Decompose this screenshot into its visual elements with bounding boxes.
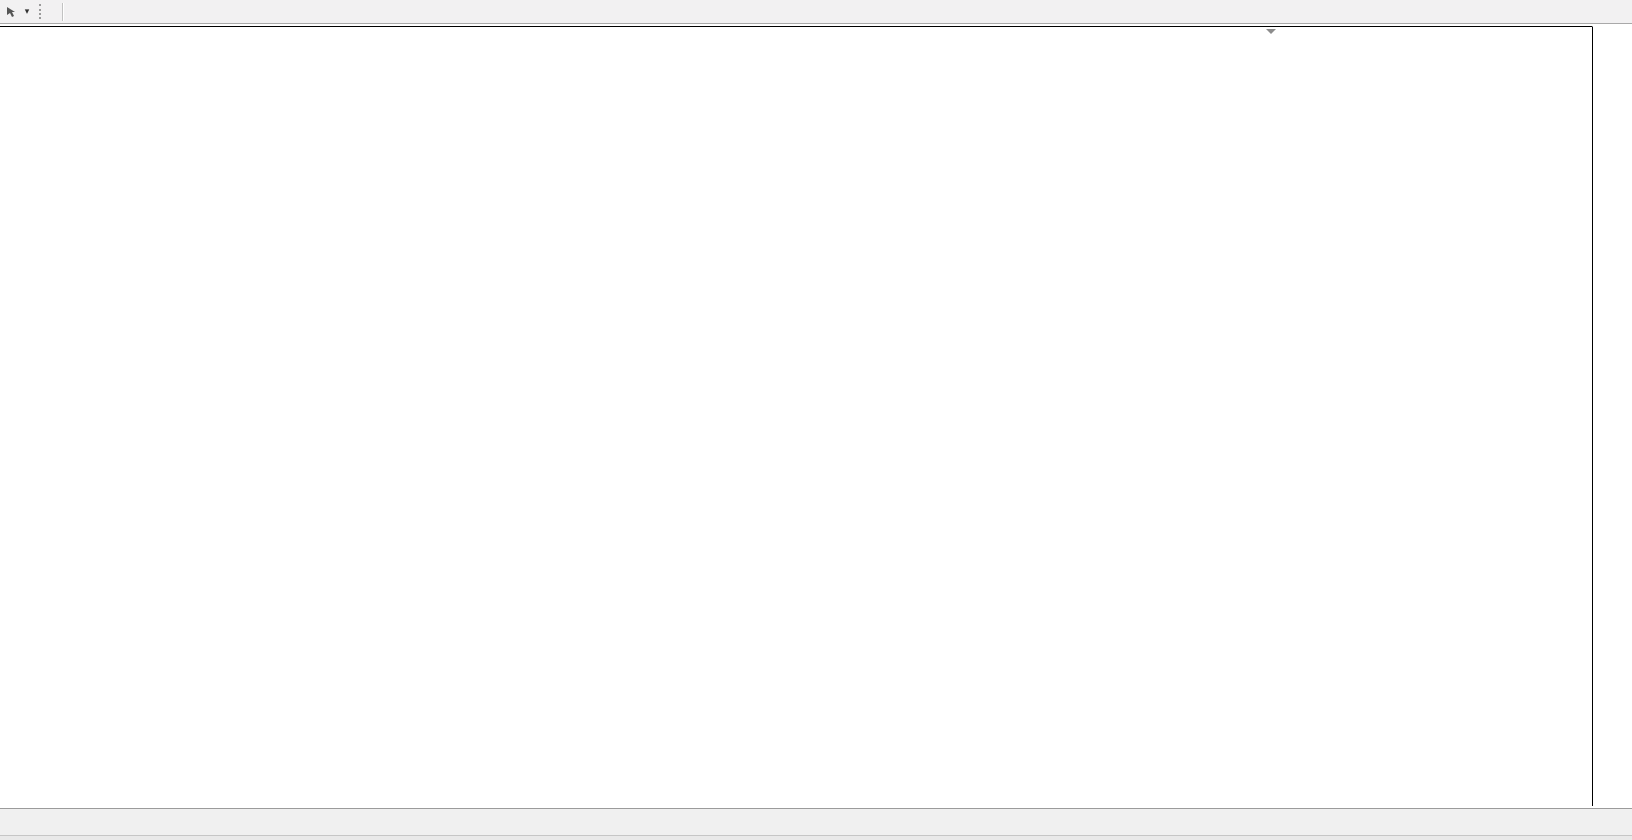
toolbar-dropdown-arrow-icon[interactable]: ▾ [22, 6, 32, 17]
status-bar-edge [0, 835, 1632, 840]
cursor-arrow-icon [5, 5, 19, 19]
chart-tabs [0, 809, 1610, 835]
chart-window [0, 24, 1632, 808]
tab-scroll-buttons [1610, 809, 1632, 835]
chart-canvas[interactable] [0, 24, 1632, 808]
mt4-window: ▾ [0, 0, 1632, 840]
chart-cursor-tool-icon[interactable] [4, 4, 20, 20]
chart-background [0, 24, 1632, 808]
toolbar-separator [62, 3, 64, 21]
timeframe-toolbar: ▾ [0, 0, 1632, 24]
toolbar-grip-handle[interactable] [39, 4, 45, 19]
